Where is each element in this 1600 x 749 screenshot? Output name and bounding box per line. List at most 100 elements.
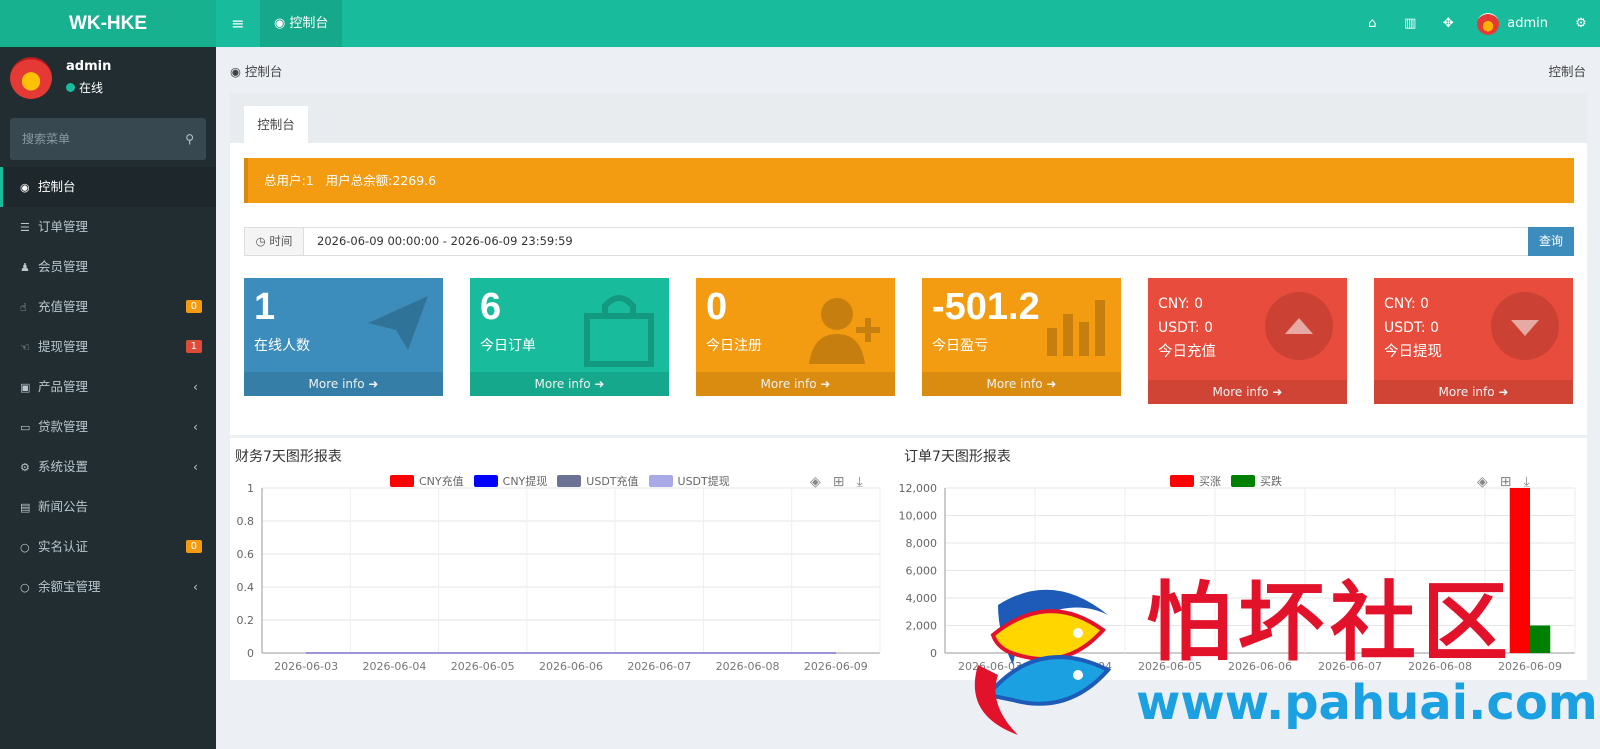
y-tick-label: 0.6 bbox=[237, 548, 255, 561]
sidebar-item-5[interactable]: ▣ 产品管理 ‹ bbox=[0, 367, 216, 407]
y-tick-label: 2,000 bbox=[906, 620, 938, 633]
sidebar-item-1[interactable]: ☰ 订单管理 bbox=[0, 207, 216, 247]
arrow-glyph-icon bbox=[1511, 320, 1539, 336]
stat-box-0: 1 在线人数 More info ➜ bbox=[244, 278, 443, 396]
x-tick-label: 2026-06-09 bbox=[804, 660, 868, 673]
sidebar-item-label: 产品管理 bbox=[38, 379, 89, 394]
x-tick-label: 2026-06-04 bbox=[362, 660, 426, 673]
x-tick-label: 2026-06-09 bbox=[1498, 660, 1562, 673]
more-info-link[interactable]: More info ➜ bbox=[922, 372, 1121, 396]
gauge-icon: ◉ bbox=[20, 181, 30, 194]
tab-dashboard[interactable]: ◉ 控制台 bbox=[260, 0, 342, 47]
chevron-left-icon: ‹ bbox=[193, 459, 198, 474]
count-badge: 0 bbox=[185, 300, 202, 313]
more-info-link[interactable]: More info ➜ bbox=[470, 372, 669, 396]
stat-usdt: USDT: 0 bbox=[1384, 320, 1440, 336]
x-tick-label: 2026-06-05 bbox=[1138, 660, 1202, 673]
sidebar-item-6[interactable]: ▭ 贷款管理 ‹ bbox=[0, 407, 216, 447]
tab-dashboard-label: 控制台 bbox=[289, 16, 329, 31]
sidebar-item-9[interactable]: ○ 实名认证 0 bbox=[0, 527, 216, 567]
finance-chart-title: 财务7天图形报表 bbox=[235, 449, 342, 465]
stat-box-3: -501.2 今日盈亏 More info ➜ bbox=[922, 278, 1121, 396]
total-users-text: 总用户:1 bbox=[264, 173, 314, 188]
more-info-link[interactable]: More info ➜ bbox=[244, 372, 443, 396]
expand-icon[interactable]: ✥ bbox=[1429, 16, 1467, 31]
paper-plane-icon bbox=[368, 296, 428, 350]
more-info-link[interactable]: More info ➜ bbox=[696, 372, 895, 396]
clock-icon: ◷ bbox=[255, 234, 270, 248]
x-tick-label: 2026-06-05 bbox=[451, 660, 515, 673]
stat-value: 6 bbox=[480, 286, 502, 328]
sidebar-item-label: 会员管理 bbox=[38, 259, 89, 274]
stat-box-2: 0 今日注册 More info ➜ bbox=[696, 278, 895, 396]
cogs-icon: ⚙ bbox=[20, 461, 30, 474]
stat-box-1: 6 今日订单 More info ➜ bbox=[470, 278, 669, 396]
more-info-link[interactable]: More info ➜ bbox=[1148, 380, 1347, 404]
avatar bbox=[10, 57, 52, 99]
time-label-text: 时间 bbox=[269, 234, 293, 248]
sidebar-item-7[interactable]: ⚙ 系统设置 ‹ bbox=[0, 447, 216, 487]
y-tick-label: 0 bbox=[930, 647, 937, 660]
time-label: ◷ 时间 bbox=[245, 228, 304, 255]
x-tick-label: 2026-06-03 bbox=[274, 660, 338, 673]
cogs-icon[interactable]: ⚙ bbox=[1562, 16, 1600, 31]
home-icon[interactable]: ⌂ bbox=[1353, 16, 1391, 31]
user-menu[interactable]: admin bbox=[1467, 12, 1562, 35]
stat-label: 今日提现 bbox=[1384, 344, 1442, 360]
stat-label: 今日注册 bbox=[706, 338, 762, 354]
sidebar-item-label: 订单管理 bbox=[38, 219, 89, 234]
y-tick-label: 0.4 bbox=[237, 581, 255, 594]
list-icon: ☰ bbox=[20, 221, 30, 234]
search-input[interactable]: 搜索菜单 ⚲ bbox=[10, 118, 206, 160]
x-tick-label: 2026-06-07 bbox=[1318, 660, 1382, 673]
top-navbar: WK-HKE ≡ ◉ 控制台 ⌂ ▥ ✥ admin ⚙ bbox=[0, 0, 1600, 47]
time-range-input[interactable]: 2026-06-09 00:00:00 - 2026-06-09 23:59:5… bbox=[317, 228, 573, 255]
sidebar-item-label: 系统设置 bbox=[38, 459, 89, 474]
x-tick-label: 2026-06-06 bbox=[539, 660, 603, 673]
shopping-bag-icon bbox=[584, 295, 654, 367]
arrow-up-circle-icon bbox=[1265, 292, 1333, 360]
chevron-left-icon: ‹ bbox=[193, 579, 198, 594]
stat-box-4: CNY: 0 USDT: 0 今日充值 More info ➜ bbox=[1148, 278, 1347, 404]
user-name: admin bbox=[1507, 16, 1548, 31]
sidebar-item-3[interactable]: ☝ 充值管理 0 bbox=[0, 287, 216, 327]
chevron-left-icon: ‹ bbox=[193, 379, 198, 394]
trash-icon[interactable]: ▥ bbox=[1391, 16, 1429, 31]
bar[interactable] bbox=[1509, 488, 1530, 653]
tab-dashboard-inner[interactable]: 控制台 bbox=[244, 106, 308, 143]
sidebar-item-8[interactable]: ▤ 新闻公告 bbox=[0, 487, 216, 527]
order-chart: 0 2,000 4,000 6,000 8,000 10,000 12,000 2026-06… bbox=[899, 482, 1576, 673]
sidebar-item-10[interactable]: ○ 余额宝管理 ‹ bbox=[0, 567, 216, 607]
y-tick-label: 0.2 bbox=[237, 614, 255, 627]
sidebar-user-name: admin bbox=[66, 59, 112, 74]
online-status: 在线 bbox=[66, 79, 103, 96]
count-badge: 0 bbox=[185, 540, 202, 553]
hand-icon: ☝ bbox=[20, 301, 27, 314]
sidebar-item-label: 充值管理 bbox=[38, 299, 89, 314]
status-dot-icon bbox=[66, 83, 75, 92]
breadcrumb: ◉ 控制台 bbox=[230, 61, 282, 80]
stat-label: 今日充值 bbox=[1158, 344, 1216, 360]
x-tick-label: 2026-06-08 bbox=[716, 660, 780, 673]
stat-value: 1 bbox=[254, 286, 276, 328]
y-tick-label: 10,000 bbox=[899, 510, 938, 523]
y-tick-label: 4,000 bbox=[906, 592, 938, 605]
y-tick-label: 0 bbox=[247, 647, 254, 660]
sidebar-item-0[interactable]: ◉ 控制台 bbox=[0, 167, 216, 207]
more-info-link[interactable]: More info ➜ bbox=[1374, 380, 1573, 404]
y-tick-label: 8,000 bbox=[906, 537, 938, 550]
sidebar-item-4[interactable]: ☜ 提现管理 1 bbox=[0, 327, 216, 367]
credit-card-icon: ▭ bbox=[20, 421, 31, 434]
count-badge: 1 bbox=[185, 340, 202, 353]
bar[interactable] bbox=[1530, 625, 1551, 654]
stat-cny: CNY: 0 bbox=[1158, 296, 1204, 312]
bar-chart-icon bbox=[1047, 300, 1105, 356]
menu-toggle-icon[interactable]: ≡ bbox=[216, 0, 260, 47]
query-button[interactable]: 查询 bbox=[1528, 227, 1574, 256]
sidebar-item-label: 提现管理 bbox=[38, 339, 89, 354]
briefcase-icon: ▣ bbox=[20, 381, 31, 394]
breadcrumb-right[interactable]: 控制台 bbox=[1548, 61, 1586, 80]
sidebar-item-2[interactable]: ♟ 会员管理 bbox=[0, 247, 216, 287]
app-logo[interactable]: WK-HKE bbox=[0, 0, 216, 47]
search-icon[interactable]: ⚲ bbox=[185, 118, 194, 160]
